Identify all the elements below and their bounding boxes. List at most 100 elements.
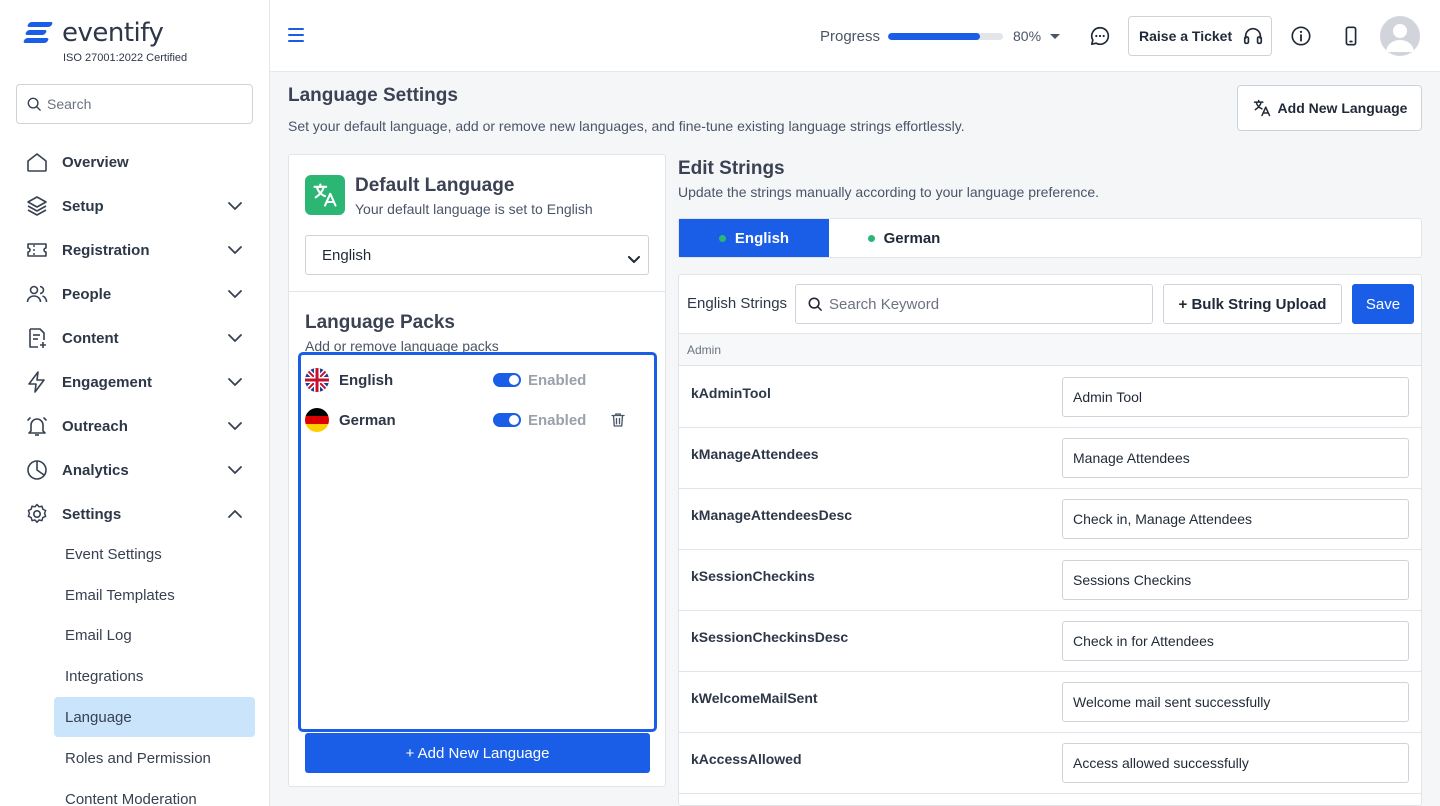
chevron-up-icon[interactable] [226, 505, 244, 523]
user-avatar[interactable] [1380, 16, 1420, 56]
language-pack-item: English Enabled [305, 366, 645, 394]
status-dot-icon [718, 234, 726, 242]
string-key: kManageAttendeesDesc [691, 507, 853, 523]
people-icon [24, 281, 50, 307]
add-new-language-header-label: Add New Language [1277, 100, 1408, 116]
sidebar-item-label: Setup [62, 197, 104, 215]
string-value-input[interactable] [1062, 499, 1409, 539]
sidebar-subitem-content-moderation[interactable]: Content Moderation [54, 779, 255, 806]
mobile-phone-icon [1345, 26, 1357, 46]
string-row: kManageAttendeesDesc [679, 489, 1421, 550]
progress-label: Progress [820, 28, 881, 45]
sidebar-item-content[interactable]: Content [24, 316, 244, 360]
card-divider [289, 291, 665, 292]
sidebar-subitem-email-log[interactable]: Email Log [54, 615, 255, 655]
raise-ticket-button[interactable]: Raise a Ticket [1128, 16, 1272, 56]
ticket-icon [24, 237, 50, 263]
search-icon [27, 97, 41, 111]
string-key: kSessionCheckinsDesc [691, 629, 849, 645]
chat-button[interactable] [1088, 24, 1112, 48]
string-group-header: Admin [679, 333, 1421, 366]
hamburger-icon [288, 28, 304, 42]
brand-logo[interactable]: eventify [22, 18, 164, 48]
translate-badge-icon [305, 175, 345, 215]
sidebar-item-engagement[interactable]: Engagement [24, 360, 244, 404]
sidebar-item-label: Content [62, 329, 119, 347]
sidebar-item-label: Outreach [62, 417, 128, 435]
sidebar-item-outreach[interactable]: Outreach [24, 404, 244, 448]
save-button[interactable]: Save [1352, 284, 1414, 324]
default-language-selected: English [322, 246, 372, 264]
mobile-app-button[interactable] [1339, 24, 1363, 48]
sidebar-item-setup[interactable]: Setup [24, 184, 244, 228]
chevron-down-icon[interactable] [226, 197, 244, 215]
bulk-string-upload-button[interactable]: + Bulk String Upload [1163, 284, 1342, 324]
sidebar-subitem-integrations[interactable]: Integrations [54, 656, 255, 696]
sidebar-subitem-language[interactable]: Language [54, 697, 255, 737]
sidebar-item-label: Engagement [62, 373, 153, 391]
progress-bar-fill [888, 33, 980, 40]
layers-icon [24, 193, 50, 219]
keyword-search-input[interactable] [829, 295, 1129, 313]
string-value-input[interactable] [1062, 743, 1409, 783]
language-packs-title: Language Packs [305, 312, 455, 333]
chevron-down-icon[interactable] [226, 329, 244, 347]
string-value-input[interactable] [1062, 621, 1409, 661]
chevron-down-icon[interactable] [226, 461, 244, 479]
default-language-select[interactable]: English [305, 235, 649, 275]
tab-german[interactable]: German [829, 219, 979, 257]
language-pack-toggle[interactable] [493, 373, 521, 387]
germany-flag-icon [305, 408, 329, 432]
language-pack-name: German [339, 411, 396, 429]
eventify-logo-icon [22, 19, 54, 47]
menu-toggle-button[interactable] [288, 28, 304, 47]
sidebar-item-settings[interactable]: Settings [24, 492, 244, 536]
string-value-input[interactable] [1062, 682, 1409, 722]
add-new-language-header-button[interactable]: Add New Language [1237, 85, 1422, 131]
info-button[interactable] [1289, 24, 1313, 48]
sidebar-item-label: Settings [62, 505, 122, 523]
headset-icon [1242, 25, 1264, 47]
chevron-down-icon[interactable] [226, 285, 244, 303]
sidebar-item-analytics[interactable]: Analytics [24, 448, 244, 492]
chat-bubble-icon [1090, 26, 1110, 46]
string-value-input[interactable] [1062, 377, 1409, 417]
language-packs-list: English Enabled German Enabled [298, 352, 657, 732]
sidebar-subitem-email-templates[interactable]: Email Templates [54, 575, 255, 615]
delete-language-button[interactable] [608, 410, 628, 430]
sidebar-subitem-roles-and-permission[interactable]: Roles and Permission [54, 738, 255, 778]
language-pack-status: Enabled [528, 371, 587, 389]
strings-panel-label: English Strings [687, 295, 788, 312]
sidebar-item-overview[interactable]: Overview [24, 140, 244, 184]
status-dot-icon [867, 234, 875, 242]
info-icon [1291, 26, 1311, 46]
chevron-down-icon [628, 251, 640, 268]
string-key: kManageAttendees [691, 446, 819, 462]
default-language-subtitle: Your default language is set to English [355, 201, 593, 217]
language-pack-item: German Enabled [305, 406, 645, 434]
sidebar-item-registration[interactable]: Registration [24, 228, 244, 272]
default-language-title: Default Language [355, 175, 515, 196]
content-icon [24, 325, 50, 351]
sidebar-search-input[interactable] [47, 96, 237, 112]
sidebar-item-label: Overview [62, 153, 129, 171]
keyword-search[interactable] [795, 284, 1153, 324]
string-value-input[interactable] [1062, 438, 1409, 478]
trash-icon [611, 413, 625, 427]
sidebar-item-people[interactable]: People [24, 272, 244, 316]
add-new-language-button[interactable]: + Add New Language [305, 733, 650, 773]
raise-ticket-label: Raise a Ticket [1139, 28, 1233, 44]
certification-text: ISO 27001:2022 Certified [63, 52, 188, 64]
progress-dropdown-caret-icon[interactable] [1050, 34, 1060, 39]
chevron-down-icon[interactable] [226, 373, 244, 391]
chevron-down-icon[interactable] [226, 241, 244, 259]
sidebar-item-label: Registration [62, 241, 150, 259]
pie-chart-icon [24, 457, 50, 483]
language-pack-toggle[interactable] [493, 413, 521, 427]
tab-english[interactable]: English [679, 219, 829, 257]
user-avatar-icon [1386, 24, 1414, 52]
string-value-input[interactable] [1062, 560, 1409, 600]
sidebar-search[interactable] [16, 84, 253, 124]
chevron-down-icon[interactable] [226, 417, 244, 435]
sidebar-subitem-event-settings[interactable]: Event Settings [54, 534, 255, 574]
